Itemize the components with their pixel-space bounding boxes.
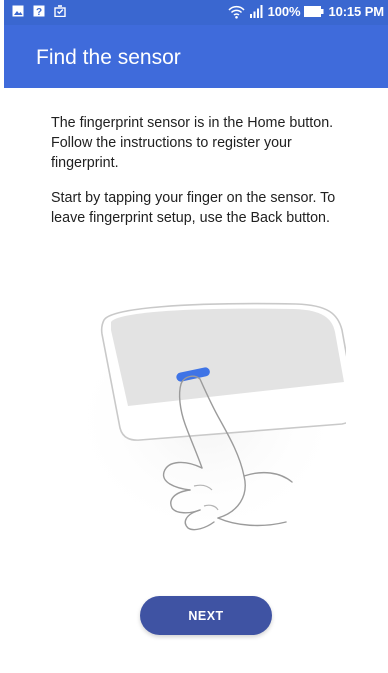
image-icon (12, 5, 24, 17)
notification-icons: ? (12, 5, 66, 17)
find-sensor-screen: ? 100% 10:15 PM Find the sensor The fing… (4, 0, 388, 673)
sensor-location-text: The fingerprint sensor is in the Home bu… (51, 115, 334, 171)
wifi-icon (228, 5, 245, 19)
signal-icon (249, 5, 263, 18)
clock: 10:15 PM (328, 4, 384, 19)
svg-text:?: ? (36, 7, 42, 17)
page-title: Find the sensor (36, 46, 181, 69)
battery-charging-icon (304, 6, 324, 17)
fingerprint-sensor-illustration (66, 300, 346, 540)
next-button[interactable]: NEXT (140, 596, 272, 635)
unknown-app-icon: ? (33, 5, 45, 17)
system-status: 100% 10:15 PM (228, 4, 384, 19)
tap-instruction-text: Start by tapping your finger on the sens… (51, 190, 336, 226)
status-bar: ? 100% 10:15 PM (4, 0, 388, 25)
clipboard-check-icon (54, 5, 66, 17)
battery-percent: 100% (267, 4, 301, 19)
app-bar: Find the sensor (4, 25, 388, 88)
instructions: The fingerprint sensor is in the Home bu… (51, 113, 356, 243)
